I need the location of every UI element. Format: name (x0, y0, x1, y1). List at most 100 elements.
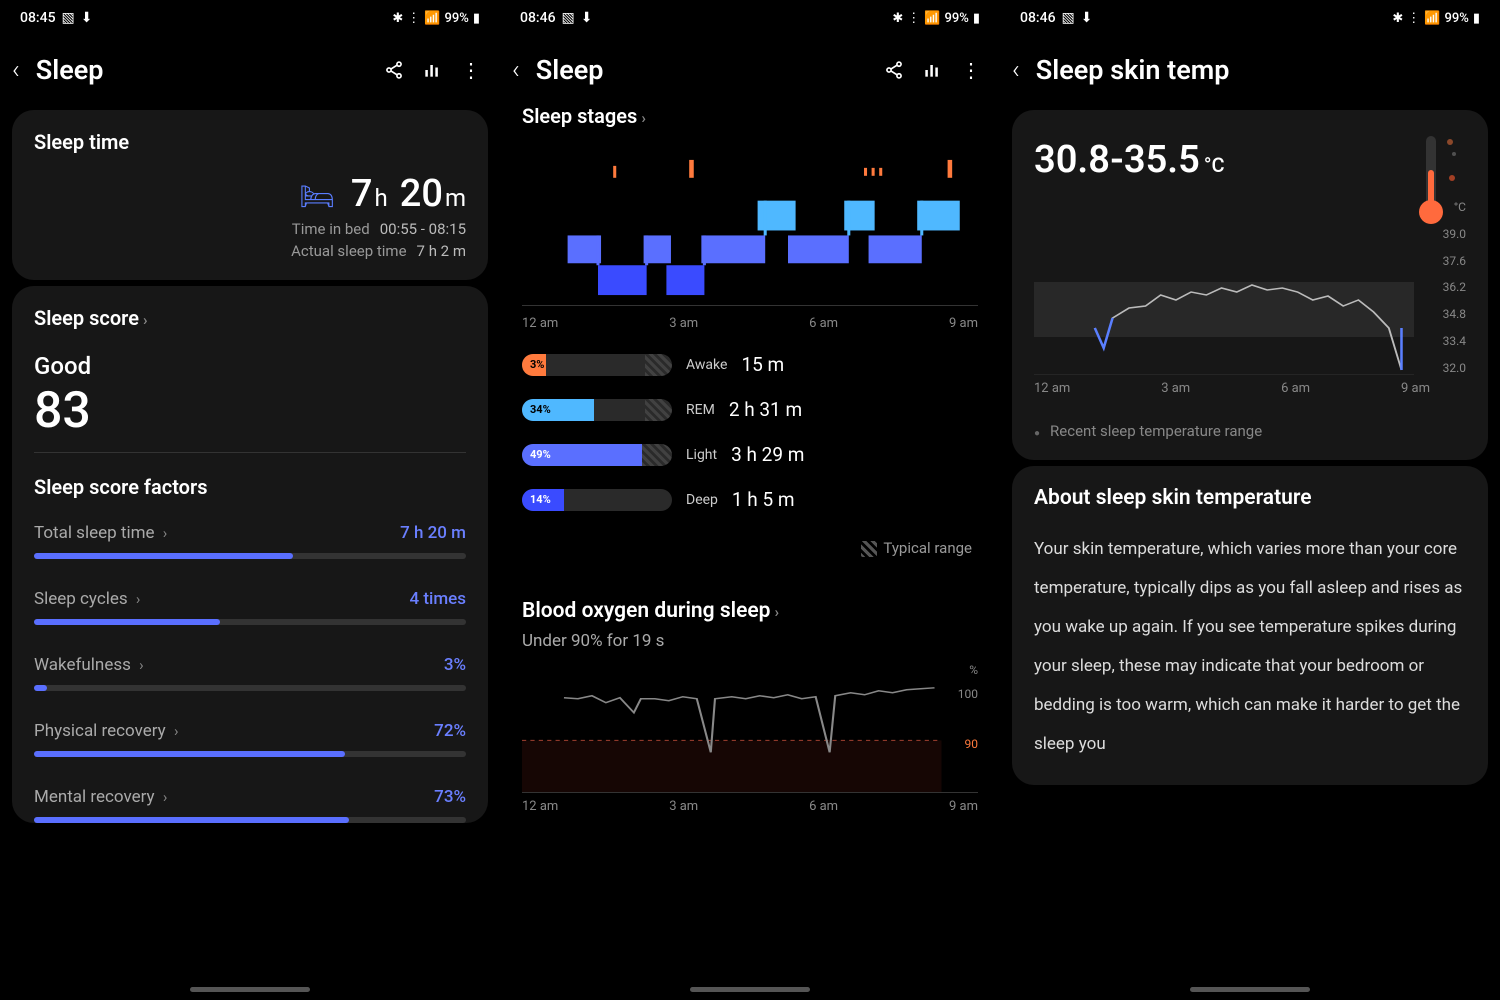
temp-yaxis: °C 39.037.636.234.833.432.0 (1443, 200, 1466, 375)
spo2-xaxis: 12 am3 am6 am9 am (500, 793, 1000, 814)
share-icon[interactable] (884, 60, 906, 80)
share-icon[interactable] (384, 60, 406, 80)
battery-icon: ▮ (473, 11, 480, 26)
page-title: Sleep (36, 54, 368, 86)
divider (34, 452, 466, 453)
chevron-right-icon: › (163, 788, 168, 806)
clock: 08:46 (1020, 10, 1056, 26)
back-button[interactable]: ‹ (1012, 55, 1020, 85)
stage-row: 3%Awake15 m (522, 353, 978, 376)
bt-icon: ✱ (392, 11, 403, 26)
stage-pill: 34% (522, 399, 672, 421)
notif-icon: ⬇ (81, 10, 93, 26)
stage-pill: 3% (522, 354, 672, 376)
factor-bar (34, 619, 466, 625)
temp-summary-card[interactable]: 30.8 - 35.5°C °C 39.037.636.234.833.432.… (1012, 110, 1488, 460)
stage-duration: 15 m (741, 353, 784, 376)
chevron-right-icon: › (139, 656, 144, 674)
notif-icon: ⬇ (1081, 10, 1093, 26)
sleep-score-title: Sleep score› (34, 306, 466, 330)
factor-bar (34, 553, 466, 559)
stage-pill: 49% (522, 444, 672, 466)
stage-name: Deep (686, 492, 718, 508)
factor-bar (34, 751, 466, 757)
factor-label: Wakefulness (34, 655, 131, 675)
app-bar: ‹ Sleep ⋮ (0, 36, 500, 104)
factor-label: Total sleep time (34, 523, 155, 543)
sleep-time-card[interactable]: Sleep time 🛏 7h 20m Time in bed00:55 - 0… (12, 110, 488, 280)
status-bar: 08:46▧⬇ ✱⋮📶99%▮ (500, 0, 1000, 36)
factor-value: 7 h 20 m (400, 523, 466, 543)
more-icon[interactable]: ⋮ (960, 58, 982, 82)
notif-icon: ▧ (562, 10, 575, 26)
factor-row[interactable]: Wakefulness › 3% (34, 655, 466, 691)
temp-legend: Recent sleep temperature range (1034, 422, 1466, 440)
stage-pill: 14% (522, 489, 672, 511)
stage-row: 49% Light 3 h 29 m (522, 443, 978, 466)
sleep-time-title: Sleep time (34, 130, 466, 154)
spo2-title[interactable]: Blood oxygen during sleep› (522, 599, 978, 623)
sleep-time-value: 🛏 7h 20m (34, 172, 466, 216)
temp-chart[interactable]: °C 39.037.636.234.833.432.0 (1034, 200, 1466, 375)
chevron-right-icon: › (641, 109, 646, 127)
factor-row[interactable]: Total sleep time ›7 h 20 m (34, 523, 466, 559)
factors-heading: Sleep score factors (34, 475, 466, 499)
wifi-icon: ⋮ (1407, 11, 1420, 26)
notif-icon: ⬇ (581, 10, 593, 26)
status-bar: 08:46▧⬇ ✱⋮📶99%▮ (1000, 0, 1500, 36)
factor-value: 4 times (409, 589, 466, 609)
factor-label: Mental recovery (34, 787, 155, 807)
stages-xaxis: 12 am3 am6 am9 am (500, 310, 1000, 331)
screen-skin-temp: 08:46▧⬇ ✱⋮📶99%▮ ‹ Sleep skin temp 30.8 -… (1000, 0, 1500, 1000)
notif-icon: ▧ (62, 10, 75, 26)
sleep-stages-chart[interactable] (522, 146, 978, 306)
chevron-right-icon: › (174, 722, 179, 740)
sleep-stages-title[interactable]: Sleep stages› (500, 104, 1000, 138)
factor-row[interactable]: Sleep cycles ›4 times (34, 589, 466, 625)
factor-bar (34, 685, 466, 691)
signal-icon: 📶 (424, 11, 440, 26)
home-indicator[interactable] (690, 987, 810, 992)
clock: 08:45 (20, 10, 56, 26)
page-title: Sleep (536, 54, 868, 86)
back-button[interactable]: ‹ (12, 55, 20, 85)
temp-range-value: 30.8 - 35.5°C (1034, 138, 1466, 182)
battery-pct: 99% (944, 11, 968, 26)
sleep-score-card[interactable]: Sleep score› Good 83 Sleep score factors… (12, 286, 488, 823)
typical-range-legend: Typical range (500, 539, 972, 557)
app-bar: ‹ Sleep skin temp (1000, 36, 1500, 104)
factor-label: Physical recovery (34, 721, 166, 741)
home-indicator[interactable] (190, 987, 310, 992)
screen-sleep-overview: 08:45▧⬇ ✱⋮📶99%▮ ‹ Sleep ⋮ Sleep time 🛏 7… (0, 0, 500, 1000)
stage-name: REM (686, 402, 715, 418)
back-button[interactable]: ‹ (512, 55, 520, 85)
clock: 08:46 (520, 10, 556, 26)
factor-bar (34, 817, 466, 823)
bed-icon: 🛏 (299, 180, 335, 213)
chart-icon[interactable] (922, 60, 944, 80)
stage-name: Light (686, 447, 717, 463)
about-title: About sleep skin temperature (1034, 486, 1466, 510)
hatch-swatch-icon (861, 541, 877, 557)
chevron-right-icon: › (143, 311, 148, 329)
notif-icon: ▧ (1062, 10, 1075, 26)
signal-icon: 📶 (924, 11, 940, 26)
signal-icon: 📶 (1424, 11, 1440, 26)
home-indicator[interactable] (1190, 987, 1310, 992)
battery-icon: ▮ (1473, 11, 1480, 26)
factor-value: 72% (434, 721, 466, 741)
stage-row: 14%Deep1 h 5 m (522, 488, 978, 511)
factor-row[interactable]: Mental recovery › 73% (34, 787, 466, 823)
factor-value: 73% (434, 787, 466, 807)
battery-pct: 99% (1444, 11, 1468, 26)
chart-icon[interactable] (422, 60, 444, 80)
factor-row[interactable]: Physical recovery › 72% (34, 721, 466, 757)
app-bar: ‹ Sleep ⋮ (500, 36, 1000, 104)
score-number: 83 (34, 382, 466, 440)
stage-duration: 3 h 29 m (731, 443, 804, 466)
spo2-chart[interactable]: % 100 90 (522, 663, 978, 793)
actual-sleep-row: Actual sleep time7 h 2 m (34, 242, 466, 260)
factor-value: 3% (444, 655, 466, 675)
more-icon[interactable]: ⋮ (460, 58, 482, 82)
factor-label: Sleep cycles (34, 589, 128, 609)
